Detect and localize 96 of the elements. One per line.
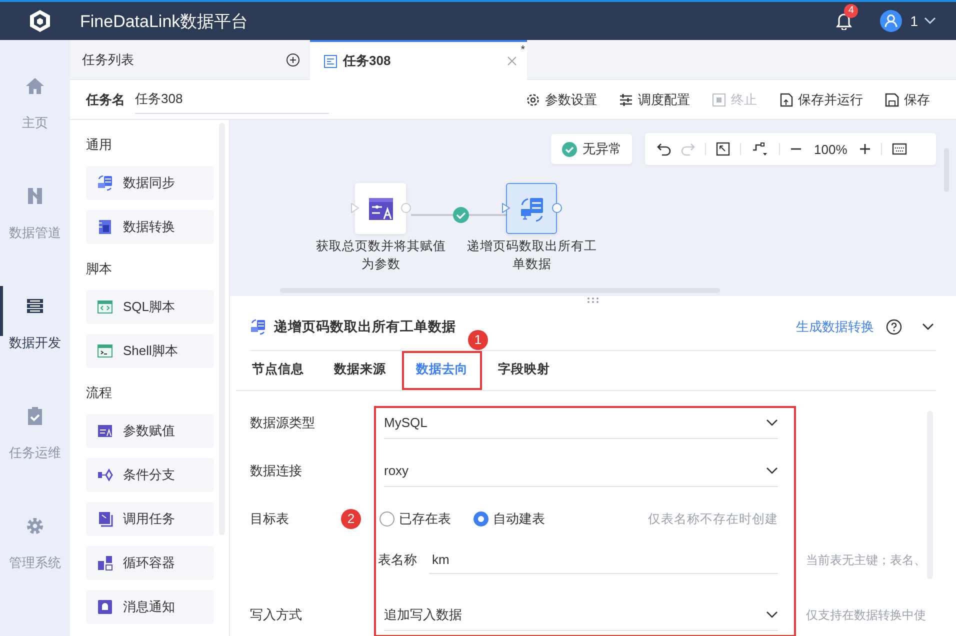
field-label: 目标表 [250,510,289,528]
branch-icon [97,467,113,483]
component-item[interactable]: SQL脚本 [86,290,214,324]
group-heading: 脚本 [86,260,113,278]
notification-badge: 4 [844,4,858,18]
field-label: 数据连接 [250,462,303,480]
task-tab[interactable]: 任务308 * [310,40,527,80]
save-run-icon [779,92,793,106]
component-item[interactable]: 调用任务 [86,502,214,536]
node-label: 获取总页数并将其赋值为参数 [315,238,447,273]
sync-icon [250,319,266,335]
save-icon [885,92,899,106]
script-icon [324,54,337,68]
select-field[interactable]: roxy [384,455,778,487]
toolbar-button[interactable]: 参数设置 [526,86,597,112]
terminal-icon [97,343,113,359]
toolbar-button[interactable]: 调度配置 [619,86,690,112]
app-title: FineDataLink数据平台 [80,10,248,32]
transform-icon [97,219,113,235]
field-label: 写入方式 [250,606,303,624]
avatar-icon[interactable] [880,10,902,32]
chevron-down-icon [766,610,778,618]
flow-node[interactable] [355,183,406,234]
radio-on-icon [473,511,489,527]
radio-option[interactable]: 自动建表 [473,510,545,528]
toolbar-button[interactable]: 保存并运行 [779,86,863,112]
component-item[interactable]: 参数赋值 [86,414,214,448]
field-label: 数据源类型 [250,414,316,432]
group-heading: 通用 [86,136,113,154]
component-item[interactable]: Shell脚本 [86,334,214,368]
close-icon[interactable] [507,56,517,66]
select-field[interactable]: MySQL [384,407,778,439]
param-icon [97,423,113,439]
component-item[interactable]: 消息通知 [86,590,214,624]
panel-tab[interactable]: 数据来源 [320,351,400,390]
sliders-icon [619,92,633,106]
help-icon[interactable] [886,319,902,335]
panel-tab[interactable]: 节点信息 [238,351,318,390]
callout-badge: 2 [341,509,361,529]
component-item[interactable]: 条件分支 [86,458,214,492]
add-icon[interactable] [286,52,300,66]
gear-icon [25,516,45,536]
check-circle-icon [562,142,576,156]
component-item[interactable]: 数据转换 [86,210,214,244]
radio-off-icon [379,511,395,527]
clipboard-check-icon [25,406,45,426]
output-port-icon [552,203,562,213]
server-stack-icon [25,296,45,316]
status-chip: 无异常 [551,134,632,164]
input-port-icon [351,203,359,213]
select-field[interactable]: 追加写入数据 [384,599,778,631]
settings-icon [526,92,540,106]
field-note: 当前表无主键；表名、 [806,552,927,568]
message-icon [97,599,113,615]
stop-icon [712,92,726,106]
panel-tab[interactable]: 数据去向 [402,351,482,390]
chevron-down-icon [766,466,778,474]
input-port-icon [502,203,510,213]
pipeline-icon [25,186,45,206]
node-title: 递增页码数取出所有工单数据 [274,318,457,336]
toolbar-button[interactable]: 保存 [885,86,930,112]
param-icon [366,196,394,222]
user-name: 1 [910,13,918,29]
loop-icon [97,555,113,571]
flow-node[interactable] [506,183,557,234]
keyboard-icon[interactable] [892,143,908,155]
radio-option[interactable]: 已存在表 [379,510,451,528]
chevron-down-icon [766,418,778,426]
output-port-icon [401,203,411,213]
panel-tab[interactable]: 字段映射 [484,351,564,390]
component-item[interactable]: 循环容器 [86,546,214,580]
drag-handle-icon[interactable] [587,297,599,303]
node-label: 递增页码数取出所有工单数据 [466,238,598,273]
group-heading: 流程 [86,384,113,402]
call-task-icon [97,511,113,527]
field-note: 仅支持在数据转换中使 [806,606,927,624]
bell-icon[interactable] [836,12,852,30]
field-hint: 仅表名称不存在时创建 [647,510,778,528]
connector-icon[interactable] [751,141,769,157]
nav-item[interactable]: 数据开发 [0,268,70,378]
zoom-in-icon[interactable] [859,143,872,155]
fit-view-icon[interactable] [716,142,730,156]
generate-link[interactable]: 生成数据转换 [796,318,874,336]
sync-icon [97,175,113,191]
field-label: 任务名 [86,90,125,108]
logo-icon [28,9,52,33]
field-label: 表名称 [378,551,417,569]
chevron-down-icon[interactable] [922,323,934,331]
zoom-level: 100% [814,142,848,156]
undo-icon[interactable] [657,142,671,156]
component-item[interactable]: 数据同步 [86,166,214,200]
unsaved-mark: * [520,44,525,56]
task-list-title: 任务列表 [82,50,135,68]
code-window-icon [97,299,113,315]
callout-badge: 1 [468,330,488,350]
home-icon [25,76,45,96]
